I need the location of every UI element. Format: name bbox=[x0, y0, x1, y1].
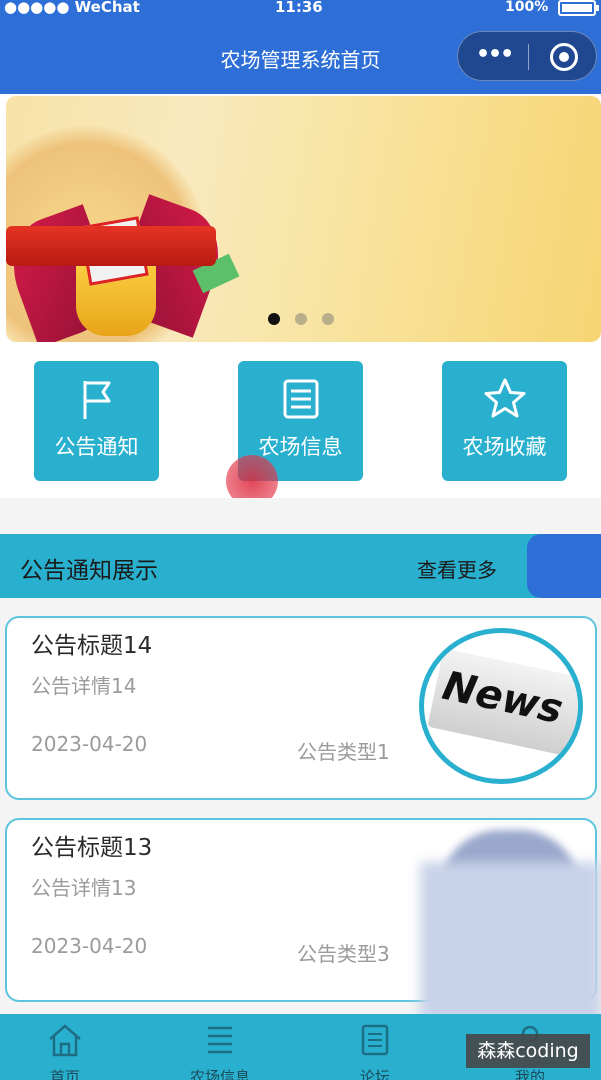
section-accent bbox=[527, 534, 601, 598]
notice-detail: 公告详情14 bbox=[31, 674, 137, 698]
quick-link-notices[interactable]: 公告通知 bbox=[34, 361, 159, 481]
banner-carousel[interactable] bbox=[6, 96, 601, 342]
capsule-divider bbox=[528, 44, 529, 70]
more-icon[interactable]: ••• bbox=[476, 42, 514, 67]
star-icon bbox=[442, 375, 567, 423]
notice-date: 2023-04-20 bbox=[31, 732, 148, 756]
notice-title: 公告标题13 bbox=[31, 835, 153, 861]
quick-link-label: 农场收藏 bbox=[462, 435, 547, 459]
status-time: 11:36 bbox=[275, 0, 323, 16]
notice-type: 公告类型3 bbox=[297, 942, 390, 966]
notice-detail: 公告详情13 bbox=[31, 876, 137, 900]
tab-label: 农场信息 bbox=[189, 1068, 250, 1080]
section-spacer bbox=[0, 498, 601, 534]
list-icon bbox=[200, 1020, 240, 1060]
flag-icon bbox=[34, 375, 159, 423]
notice-title: 公告标题14 bbox=[31, 633, 153, 659]
blurred-overlay bbox=[420, 862, 601, 1022]
home-icon bbox=[45, 1020, 85, 1060]
notice-type: 公告类型1 bbox=[297, 740, 390, 764]
close-target-icon[interactable] bbox=[550, 43, 578, 71]
document-icon bbox=[238, 375, 363, 423]
battery-percent: 100% bbox=[505, 0, 549, 15]
forum-icon bbox=[355, 1020, 395, 1060]
view-more-link[interactable]: 查看更多 bbox=[417, 554, 497, 583]
notice-date: 2023-04-20 bbox=[31, 934, 148, 958]
tab-forum[interactable]: 论坛 bbox=[310, 1020, 440, 1080]
tab-label: 首页 bbox=[49, 1068, 80, 1080]
tab-label: 我的 bbox=[514, 1068, 545, 1080]
quick-link-label: 公告通知 bbox=[54, 435, 139, 459]
watermark: 森森coding bbox=[466, 1034, 590, 1068]
section-title: 公告通知展示 bbox=[20, 558, 158, 584]
carousel-dot[interactable] bbox=[322, 313, 334, 325]
notices-section-header: 公告通知展示 查看更多 bbox=[0, 534, 601, 598]
miniprogram-capsule[interactable]: ••• bbox=[457, 31, 597, 81]
carrier-label: ●●●●● WeChat bbox=[4, 0, 140, 16]
top-bar: ●●●●● WeChat 11:36 100% 农场管理系统首页 ••• bbox=[0, 0, 601, 94]
tab-farm-info[interactable]: 农场信息 bbox=[155, 1020, 285, 1080]
quick-link-favorites[interactable]: 农场收藏 bbox=[442, 361, 567, 481]
carousel-dot-active[interactable] bbox=[268, 313, 280, 325]
tab-label: 论坛 bbox=[359, 1068, 390, 1080]
tab-home[interactable]: 首页 bbox=[0, 1020, 130, 1080]
battery-tip bbox=[596, 5, 599, 11]
carousel-dot[interactable] bbox=[295, 313, 307, 325]
notice-thumbnail: News bbox=[419, 628, 583, 784]
status-bar: ●●●●● WeChat 11:36 100% bbox=[0, 0, 601, 18]
notice-card[interactable]: 公告标题14 公告详情14 2023-04-20 公告类型1 News bbox=[5, 616, 597, 800]
battery-icon bbox=[558, 0, 596, 16]
banner-ribbon-graphic bbox=[6, 226, 216, 266]
